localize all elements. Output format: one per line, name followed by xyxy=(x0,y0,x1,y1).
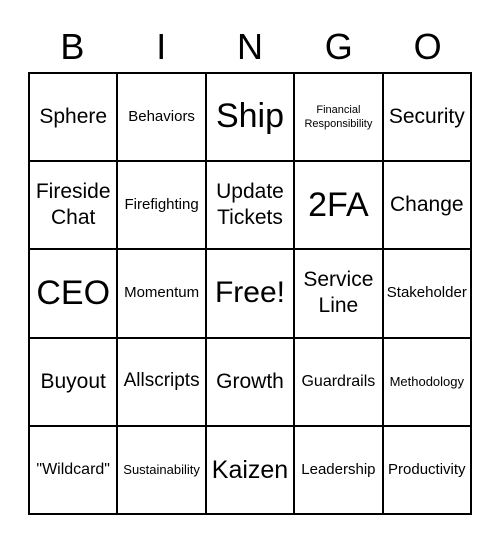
bingo-cell[interactable]: Security xyxy=(382,73,471,162)
bingo-cell[interactable]: Stakeholder xyxy=(382,249,471,338)
bingo-cell[interactable]: "Wildcard" xyxy=(29,425,118,514)
bingo-card-grid: Sphere Behaviors Ship Financial Responsi… xyxy=(28,72,472,515)
header-letter-o: O xyxy=(413,26,442,67)
header-letter-g: G xyxy=(324,26,353,67)
bingo-cell[interactable]: Allscripts xyxy=(117,337,206,426)
bingo-cell[interactable]: Methodology xyxy=(382,337,471,426)
header-letter-b: B xyxy=(60,26,85,67)
header-letter-i: I xyxy=(156,26,167,67)
bingo-cell[interactable]: Kaizen xyxy=(205,425,295,514)
bingo-cell[interactable]: Sphere xyxy=(29,73,118,162)
bingo-cell[interactable]: Change xyxy=(382,161,471,250)
header-letter-n: N xyxy=(236,26,263,67)
bingo-cell[interactable]: Behaviors xyxy=(117,73,206,162)
bingo-cell[interactable]: Momentum xyxy=(117,249,206,338)
bingo-cell[interactable]: Sustainability xyxy=(117,425,206,514)
bingo-cell[interactable]: Buyout xyxy=(29,337,118,426)
bingo-cell[interactable]: Financial Responsibility xyxy=(294,73,383,162)
bingo-cell[interactable]: Growth xyxy=(205,337,295,426)
bingo-cell[interactable]: Guardrails xyxy=(294,337,383,426)
bingo-cell[interactable]: 2FA xyxy=(294,161,383,250)
bingo-cell[interactable]: Update Tickets xyxy=(205,161,295,250)
bingo-header: B I N G O xyxy=(28,22,472,72)
bingo-cell[interactable]: Firefighting xyxy=(117,161,206,250)
bingo-cell[interactable]: CEO xyxy=(29,249,118,338)
bingo-cell[interactable]: Service Line xyxy=(294,249,383,338)
bingo-cell[interactable]: Leadership xyxy=(294,425,383,514)
free-space-cell[interactable]: Free! xyxy=(205,249,295,338)
bingo-cell[interactable]: Ship xyxy=(205,73,295,162)
bingo-cell[interactable]: Productivity xyxy=(382,425,471,514)
bingo-cell[interactable]: Fireside Chat xyxy=(29,161,118,250)
